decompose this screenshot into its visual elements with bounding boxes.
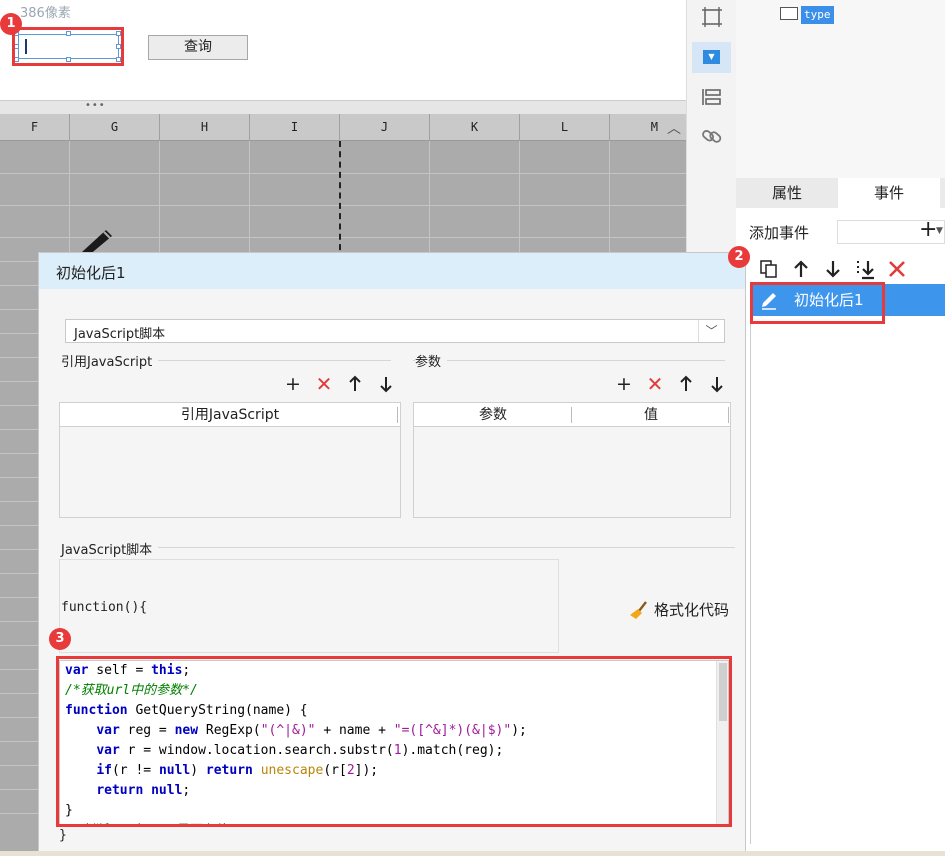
chevron-down-icon: ▼: [703, 50, 720, 64]
query-button[interactable]: 查询: [148, 35, 248, 60]
delete-ref-js-button[interactable]: ✕: [314, 374, 334, 394]
add-ref-js-button[interactable]: +: [283, 374, 303, 394]
layout-icon[interactable]: [701, 86, 723, 108]
callout-highlight: [12, 27, 124, 66]
tab-events[interactable]: 事件: [838, 178, 940, 208]
move-bottom-icon[interactable]: [854, 258, 876, 280]
arrow-up-icon[interactable]: [676, 374, 696, 394]
ref-js-grid[interactable]: 引用JavaScript: [59, 402, 401, 518]
script-type-select[interactable]: JavaScript脚本 ﹀: [65, 319, 725, 343]
function-footer: }: [59, 828, 67, 843]
link-icon[interactable]: [701, 125, 723, 147]
params-section-title: 参数: [415, 351, 448, 370]
properties-panel: type 属性 事件 添加事件 + ▼ 初始化后1: [736, 0, 945, 856]
function-header: function(){: [61, 600, 148, 615]
scroll-up-icon[interactable]: ︿: [664, 118, 684, 138]
column-separator: [571, 407, 572, 423]
callout-highlight: [750, 282, 885, 324]
params-grid-header-name: 参数: [414, 403, 572, 427]
grid-line: [0, 205, 686, 206]
ref-js-section-title: 引用JavaScript: [61, 351, 159, 370]
delete-param-button[interactable]: ✕: [645, 374, 665, 394]
event-list: 初始化后1: [750, 284, 945, 844]
chevron-down-icon[interactable]: ▼: [936, 226, 943, 236]
column-header[interactable]: K: [430, 114, 520, 141]
panel-tabs: 属性 事件: [736, 178, 945, 208]
textbox-widget-icon: [780, 7, 798, 20]
delete-icon[interactable]: [886, 258, 908, 280]
arrow-down-icon[interactable]: [707, 374, 727, 394]
copy-icon[interactable]: [758, 258, 780, 280]
params-grid-header-value: 值: [572, 403, 730, 427]
callout-highlight: [56, 656, 732, 827]
column-header[interactable]: F: [0, 114, 70, 141]
column-header[interactable]: L: [520, 114, 610, 141]
column-header[interactable]: H: [160, 114, 250, 141]
arrow-down-icon[interactable]: [376, 374, 396, 394]
status-bar: [0, 851, 945, 856]
column-header-row: F G H I J K L M ︿: [0, 114, 686, 141]
add-event-button[interactable]: +: [919, 218, 937, 242]
frame-icon[interactable]: [701, 6, 723, 28]
arrow-down-icon[interactable]: [822, 258, 844, 280]
tab-properties[interactable]: 属性: [736, 178, 838, 208]
callout-badge: 1: [0, 13, 22, 35]
callout-badge: 2: [728, 246, 750, 268]
grid-line: [0, 173, 686, 174]
width-label: 386像素: [20, 6, 71, 21]
splitter-grip-icon[interactable]: •••: [85, 100, 105, 112]
arrow-up-icon[interactable]: [790, 258, 812, 280]
ref-js-grid-header: 引用JavaScript: [60, 403, 400, 427]
callout-badge: 3: [49, 628, 71, 650]
chevron-down-icon[interactable]: ﹀: [698, 320, 724, 342]
dialog-title: 初始化后1: [56, 264, 126, 282]
column-separator: [728, 407, 729, 423]
section-divider: [61, 547, 735, 548]
add-param-button[interactable]: +: [614, 374, 634, 394]
add-event-label: 添加事件: [749, 224, 810, 242]
dropdown-widget-icon[interactable]: ▼: [692, 42, 731, 73]
column-header[interactable]: I: [250, 114, 340, 141]
column-separator: [397, 407, 398, 423]
column-header[interactable]: G: [70, 114, 160, 141]
dialog-titlebar[interactable]: 初始化后1: [39, 253, 745, 289]
script-type-value: JavaScript脚本: [74, 327, 166, 342]
script-section-title: JavaScript脚本: [61, 539, 159, 558]
column-header[interactable]: M: [610, 114, 660, 141]
column-header[interactable]: J: [340, 114, 430, 141]
params-grid[interactable]: 参数 值: [413, 402, 731, 518]
broom-icon: [630, 601, 647, 619]
widget-tree: type: [736, 0, 945, 178]
arrow-up-icon[interactable]: [345, 374, 365, 394]
section-divider: [413, 360, 725, 361]
format-code-label: 格式化代码: [654, 601, 730, 619]
tree-item-label: type: [801, 6, 834, 24]
